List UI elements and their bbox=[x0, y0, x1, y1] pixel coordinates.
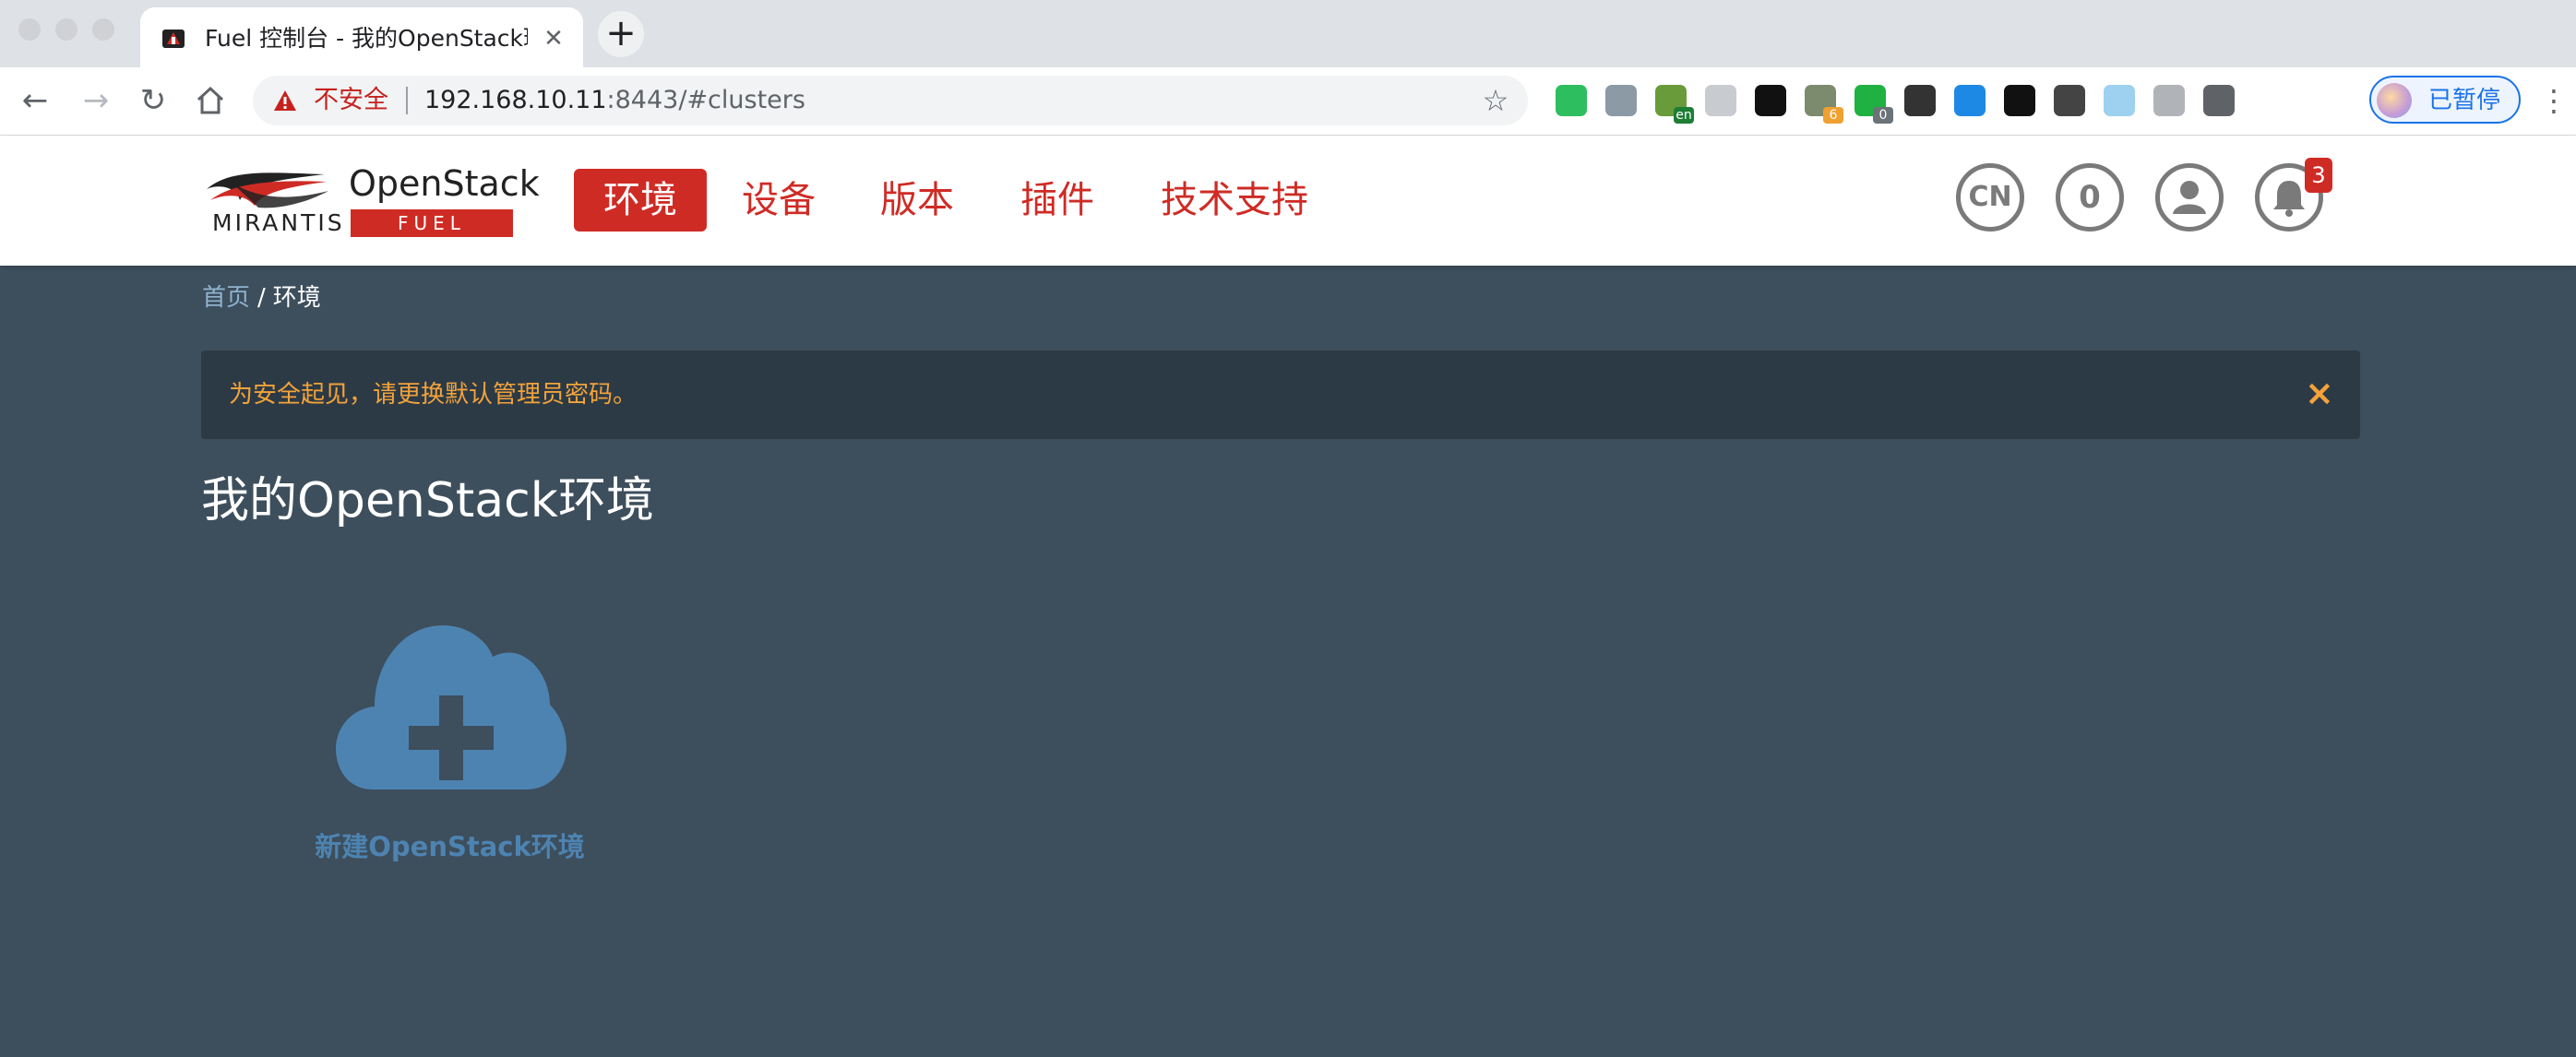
cloud-plus-icon bbox=[336, 625, 566, 790]
evernote-icon[interactable] bbox=[1556, 85, 1587, 116]
translate-icon[interactable]: en bbox=[1655, 85, 1694, 124]
cloud-icon[interactable] bbox=[1705, 85, 1736, 116]
shield-check-icon[interactable]: 0 bbox=[1854, 85, 1893, 124]
forward-arrow-icon[interactable]: → bbox=[78, 82, 114, 119]
app-header: MIRANTIS OpenStack FUEL 环境 设备 版本 插件 技术支持… bbox=[0, 136, 2576, 266]
security-alert: 为安全起见，请更换默认管理员密码。 × bbox=[201, 350, 2360, 439]
window-close-button[interactable] bbox=[18, 18, 41, 41]
fuel-wordmark: FUEL bbox=[351, 209, 513, 237]
breadcrumb-current: 环境 bbox=[272, 284, 321, 312]
url-host: 192.168.10.11 bbox=[424, 86, 607, 114]
window-minimize-button[interactable] bbox=[55, 18, 78, 41]
reload-icon[interactable]: ↻ bbox=[135, 82, 172, 119]
omnibox-divider bbox=[406, 87, 408, 114]
download-icon[interactable] bbox=[1605, 85, 1637, 116]
gitzip-icon[interactable] bbox=[1904, 85, 1936, 116]
url-text[interactable]: 192.168.10.11:8443/#clusters bbox=[424, 85, 805, 116]
back-arrow-icon[interactable]: ← bbox=[17, 82, 54, 119]
alert-message: 为安全起见，请更换默认管理员密码。 bbox=[229, 381, 638, 409]
new-environment-label: 新建OpenStack环境 bbox=[315, 831, 585, 862]
profile-button[interactable]: 已暂停 bbox=[2369, 76, 2521, 124]
play-circle-icon[interactable] bbox=[2004, 85, 2035, 116]
user-icon bbox=[2173, 181, 2206, 214]
circle-extension-icon[interactable]: 6 bbox=[1805, 85, 1843, 124]
nav-item-releases[interactable]: 版本 bbox=[880, 169, 954, 232]
nav-item-plugins[interactable]: 插件 bbox=[1020, 169, 1094, 232]
breadcrumb-separator: / bbox=[257, 284, 266, 312]
alert-close-icon[interactable]: × bbox=[2305, 374, 2334, 411]
fuel-favicon-icon bbox=[162, 30, 185, 48]
nav-item-support[interactable]: 技术支持 bbox=[1161, 169, 1308, 232]
tampermonkey-icon[interactable] bbox=[1755, 85, 1786, 116]
shield-check-badge: 0 bbox=[1873, 107, 1893, 124]
node-counter-button[interactable]: 0 bbox=[2056, 163, 2124, 232]
mirantis-wordmark: MIRANTIS bbox=[212, 209, 345, 236]
crown-icon[interactable] bbox=[2153, 85, 2185, 116]
pen-tool-icon[interactable] bbox=[2054, 85, 2085, 116]
language-switcher-button[interactable]: CN bbox=[1956, 163, 2024, 232]
browser-tab-active[interactable]: Fuel 控制台 - 我的OpenStack环 ✕ bbox=[140, 7, 583, 67]
notification-count-badge: 3 bbox=[2305, 158, 2332, 193]
browser-menu-icon[interactable]: ⋮ bbox=[2539, 85, 2569, 118]
address-bar[interactable]: 不安全 192.168.10.11:8443/#clusters ☆ bbox=[253, 76, 1528, 125]
tab-title: Fuel 控制台 - 我的OpenStack环 bbox=[205, 25, 528, 52]
nav-item-equipment[interactable]: 设备 bbox=[742, 169, 816, 232]
new-environment-button[interactable]: 新建OpenStack环境 bbox=[314, 609, 586, 876]
puzzle-icon[interactable] bbox=[2203, 85, 2235, 116]
screen-capture-icon[interactable] bbox=[1954, 85, 1986, 116]
breadcrumb-home-link[interactable]: 首页 bbox=[202, 284, 250, 312]
tab-close-icon[interactable]: ✕ bbox=[541, 26, 566, 52]
page-title: 我的OpenStack环境 bbox=[201, 473, 654, 528]
window-zoom-button[interactable] bbox=[92, 18, 114, 41]
circle-extension-badge: 6 bbox=[1823, 107, 1843, 124]
breadcrumb: 首页 / 环境 bbox=[202, 282, 321, 314]
browser-tab-bar: Fuel 控制台 - 我的OpenStack环 ✕ + bbox=[0, 0, 2576, 67]
new-tab-button[interactable]: + bbox=[598, 11, 644, 57]
browser-toolbar: ← → ↻ 不安全 192.168.10.11:8443/#clusters ☆… bbox=[0, 67, 2576, 136]
user-menu-button[interactable] bbox=[2155, 163, 2224, 232]
translate-badge: en bbox=[1674, 107, 1694, 124]
url-path: :8443/#clusters bbox=[606, 86, 805, 114]
cloud-sync-icon[interactable] bbox=[2104, 85, 2135, 116]
profile-avatar bbox=[2377, 83, 2412, 118]
warning-triangle-icon[interactable] bbox=[273, 89, 297, 113]
nav-item-environments[interactable]: 环境 bbox=[574, 169, 707, 232]
openstack-wordmark: OpenStack bbox=[349, 163, 540, 204]
home-icon[interactable] bbox=[192, 82, 229, 119]
profile-status-label: 已暂停 bbox=[2428, 87, 2501, 114]
security-status-label[interactable]: 不安全 bbox=[314, 85, 388, 116]
bookmark-star-icon[interactable]: ☆ bbox=[1480, 85, 1511, 116]
